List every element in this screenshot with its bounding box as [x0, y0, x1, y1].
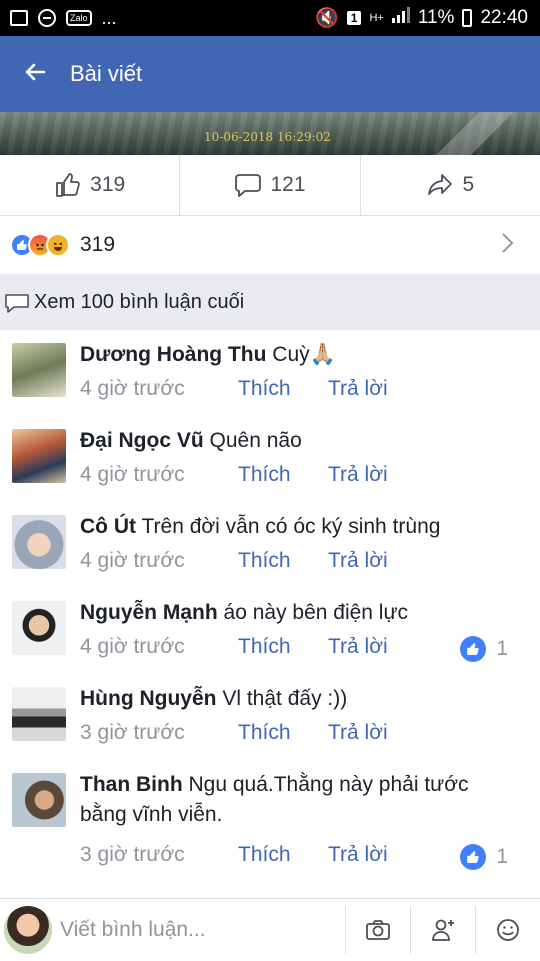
network-type: H+: [369, 12, 384, 24]
comment-input[interactable]: Viết bình luận...: [60, 918, 345, 942]
reply-link[interactable]: Trả lời: [328, 377, 388, 401]
back-arrow-icon[interactable]: [0, 59, 70, 89]
page-title: Bài viết: [70, 61, 143, 86]
reactions-summary[interactable]: 319: [0, 216, 540, 274]
comment-author[interactable]: Dương Hoàng Thu: [80, 343, 266, 366]
battery-icon: [462, 9, 473, 27]
comment-composer: Viết bình luận...: [0, 898, 540, 961]
like-link[interactable]: Thích: [238, 549, 328, 573]
comment-time: 3 giờ trước: [80, 721, 185, 744]
comment-time: 4 giờ trước: [80, 463, 185, 486]
clock: 22:40: [480, 7, 528, 28]
more-notifications: ...: [101, 7, 117, 28]
comment-text: Trên đời vẫn có óc ký sinh trùng: [141, 515, 441, 538]
comment-text: Quên não: [209, 429, 302, 452]
post-media[interactable]: 10-06-2018 16:29:02: [0, 112, 540, 155]
avatar[interactable]: [12, 343, 66, 397]
comment-text: áo này bên điện lực: [223, 601, 409, 624]
comment-icon: [235, 174, 262, 197]
like-link[interactable]: Thích: [238, 635, 328, 659]
like-reaction-icon: [460, 844, 487, 870]
like-count: 319: [90, 173, 126, 196]
comment-author[interactable]: Hùng Nguyễn: [80, 687, 217, 710]
comment-author[interactable]: Than Binh: [80, 773, 183, 796]
like-reaction-icon: [460, 636, 487, 662]
avatar[interactable]: [12, 773, 66, 827]
emoji-button[interactable]: [475, 906, 540, 954]
share-count: 5: [462, 173, 475, 196]
avatar: [4, 906, 52, 954]
haha-reaction-icon: [46, 233, 70, 257]
like-link[interactable]: Thích: [238, 721, 328, 745]
comment-author[interactable]: Đại Ngọc Vũ: [80, 429, 204, 452]
like-link[interactable]: Thích: [238, 377, 328, 401]
avatar[interactable]: [12, 601, 66, 655]
like-action[interactable]: 319: [0, 155, 181, 215]
view-previous-comments[interactable]: Xem 100 bình luận cuối: [0, 274, 540, 330]
avatar[interactable]: [12, 687, 66, 741]
reply-link[interactable]: Trả lời: [328, 843, 388, 867]
camera-icon: [366, 920, 390, 940]
comment-action[interactable]: 121: [180, 155, 361, 215]
comment-time: 3 giờ trước: [80, 843, 185, 866]
chevron-right-icon[interactable]: [500, 230, 514, 261]
comment-like-count[interactable]: 1: [460, 844, 508, 870]
comment-likes: 1: [496, 637, 508, 660]
comment-author[interactable]: Cô Út: [80, 515, 136, 538]
avatar[interactable]: [12, 515, 66, 569]
sim-icon: 1: [346, 11, 362, 25]
comment-author[interactable]: Nguyễn Mạnh: [80, 601, 218, 624]
reply-link[interactable]: Trả lời: [328, 721, 388, 745]
signal-icon: [391, 7, 410, 29]
comment-time: 4 giờ trước: [80, 377, 185, 400]
avatar[interactable]: [12, 429, 66, 483]
tag-friend-button[interactable]: [410, 906, 475, 954]
mute-icon: 🔇: [315, 8, 339, 29]
app-bar: Bài viết: [0, 36, 540, 112]
camera-button[interactable]: [345, 906, 410, 954]
zalo-icon: Zalo: [66, 10, 92, 26]
comment-time: 4 giờ trước: [80, 549, 185, 572]
battery-percent: 11%: [417, 7, 455, 28]
reaction-count: 319: [80, 233, 116, 256]
comment-text: Cuỳ🙏🏼: [272, 343, 336, 366]
post-actions: 319 121 5: [0, 155, 540, 216]
like-link[interactable]: Thích: [238, 463, 328, 487]
like-icon: [56, 173, 80, 197]
comment-likes: 1: [496, 845, 508, 868]
emoji-icon: [497, 919, 519, 941]
comment-bubble-icon: [5, 294, 29, 313]
reply-link[interactable]: Trả lời: [328, 463, 388, 487]
reply-link[interactable]: Trả lời: [328, 635, 388, 659]
media-timestamp: 10-06-2018 16:29:02: [204, 130, 331, 144]
view-previous-label: Xem 100 bình luận cuối: [34, 290, 245, 313]
status-bar: Zalo ... 🔇 1 H+ 11% 22:40: [0, 0, 540, 36]
like-link[interactable]: Thích: [238, 843, 328, 867]
picture-icon: [10, 10, 28, 26]
comment-text: Vl thật đấy :)): [222, 687, 348, 710]
comment-count: 121: [270, 173, 306, 196]
comment-like-count[interactable]: 1: [460, 636, 508, 662]
add-friend-icon: [432, 919, 454, 941]
share-icon: [428, 174, 453, 195]
dnd-icon: [38, 9, 56, 27]
comment-time: 4 giờ trước: [80, 635, 185, 658]
reply-link[interactable]: Trả lời: [328, 549, 388, 573]
share-action[interactable]: 5: [361, 155, 540, 215]
